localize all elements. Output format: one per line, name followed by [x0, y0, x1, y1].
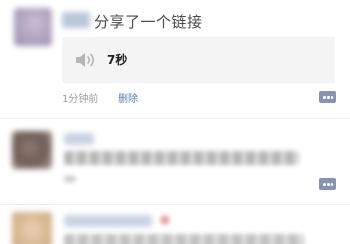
feed-post: [0, 205, 350, 244]
feed-post: [0, 119, 350, 204]
delete-link[interactable]: 删除: [118, 90, 138, 105]
comment-icon[interactable]: [319, 91, 336, 103]
comment-icon[interactable]: [319, 178, 336, 190]
avatar[interactable]: [12, 131, 52, 169]
user-name-blurred[interactable]: [64, 133, 94, 145]
avatar[interactable]: [12, 212, 52, 244]
shared-link-card[interactable]: 7秒: [62, 37, 335, 83]
moments-feed: 分享了一个链接 7秒 1分钟前 删除: [0, 0, 350, 244]
post-text: 分享了一个链接: [94, 13, 203, 31]
post-text-blurred: [64, 151, 299, 165]
user-name-blurred[interactable]: [64, 215, 152, 227]
emoji-blurred: [160, 215, 170, 225]
post-text-blurred: [64, 234, 304, 244]
avatar[interactable]: [14, 8, 52, 46]
post-timestamp: 1分钟前: [62, 94, 99, 105]
post-timestamp-blurred: [64, 176, 76, 182]
audio-duration: 7秒: [107, 53, 128, 67]
user-name-blurred[interactable]: [62, 12, 90, 28]
speaker-icon: [76, 53, 95, 67]
feed-post: 分享了一个链接 7秒 1分钟前 删除: [0, 0, 350, 118]
